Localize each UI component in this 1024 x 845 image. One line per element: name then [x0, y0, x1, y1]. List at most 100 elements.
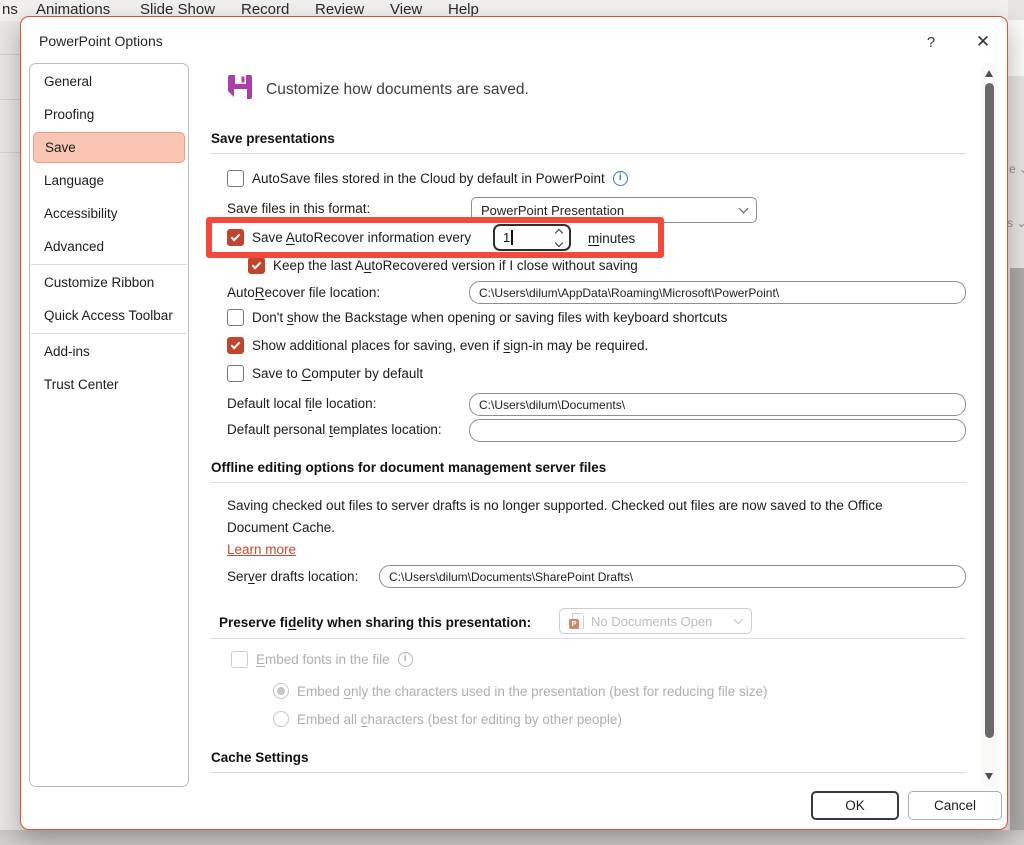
embed-only-label: Embed only the characters used in the pr… — [297, 683, 768, 699]
text-cursor — [511, 230, 513, 245]
autorecover-label: Save AutoRecover information every — [252, 230, 472, 245]
sidebar-item-quick-access-toolbar[interactable]: Quick Access Toolbar — [30, 299, 188, 332]
background-statusbar — [0, 830, 1024, 845]
page-title: Customize how documents are saved. — [266, 81, 529, 98]
background-taskpane-strip — [1010, 268, 1024, 845]
chevron-down-icon — [738, 203, 749, 213]
scroll-up-icon[interactable] — [985, 70, 993, 77]
sidebar-item-proofing[interactable]: Proofing — [30, 98, 188, 131]
vertical-scrollbar[interactable] — [981, 63, 998, 787]
autosave-cloud-row: AutoSave files stored in the Cloud by de… — [227, 170, 628, 187]
section-heading-cache-settings: Cache Settings — [211, 750, 309, 765]
embed-all-label: Embed all characters (best for editing b… — [297, 711, 622, 727]
sidebar-item-general[interactable]: General — [30, 65, 188, 98]
checkmark-icon — [230, 339, 241, 350]
dont-show-backstage-label: Don't show the Backstage when opening or… — [252, 310, 728, 325]
dont-show-backstage-checkbox[interactable] — [227, 309, 244, 326]
sidebar-item-customize-ribbon[interactable]: Customize Ribbon — [30, 266, 188, 299]
keep-last-autorecovered-row: Keep the last AutoRecovered version if I… — [248, 257, 638, 274]
section-heading-offline-editing: Offline editing options for document man… — [211, 460, 607, 475]
autorecover-location-field[interactable]: C:\Users\dilum\AppData\Roaming\Microsoft… — [469, 281, 966, 304]
show-additional-places-label: Show additional places for saving, even … — [252, 338, 649, 353]
default-local-location-field[interactable]: C:\Users\dilum\Documents\ — [469, 393, 966, 416]
radio-dot — [277, 687, 285, 695]
options-category-sidebar: General Proofing Save Language Accessibi… — [29, 63, 189, 787]
embed-fonts-checkbox — [231, 651, 248, 668]
embed-all-characters-row: Embed all characters (best for editing b… — [273, 711, 622, 727]
section-heading-save-presentations: Save presentations — [211, 131, 335, 146]
spinner-buttons — [554, 228, 564, 247]
autorecover-checkbox[interactable] — [227, 229, 244, 246]
ok-button[interactable]: OK — [811, 791, 899, 820]
autosave-cloud-label: AutoSave files stored in the Cloud by de… — [252, 171, 605, 186]
info-icon[interactable] — [612, 171, 628, 186]
cancel-button[interactable]: Cancel — [908, 791, 1002, 820]
section-divider — [211, 482, 966, 483]
ribbon-edge-line — [0, 54, 21, 55]
fidelity-dropdown-value: No Documents Open — [591, 613, 713, 629]
checkmark-icon — [230, 231, 241, 242]
powerpoint-options-dialog: PowerPoint Options ? ✕ General Proofing … — [20, 16, 1008, 830]
close-icon[interactable]: ✕ — [969, 29, 997, 55]
autorecover-row: Save AutoRecover information every — [227, 229, 471, 246]
background-text-fragment: s ⌄ — [1007, 216, 1024, 230]
sidebar-divider — [31, 333, 187, 334]
sidebar-item-advanced[interactable]: Advanced — [30, 230, 188, 263]
checkmark-icon — [251, 259, 262, 270]
default-templates-location-label: Default personal templates location: — [227, 422, 442, 437]
help-icon[interactable]: ? — [919, 30, 943, 54]
sidebar-divider — [31, 264, 187, 265]
fidelity-presentation-dropdown: No Documents Open — [559, 608, 752, 634]
spinner-down-icon[interactable] — [554, 238, 564, 247]
sidebar-item-add-ins[interactable]: Add-ins — [30, 335, 188, 368]
minutes-label: minutes — [588, 231, 636, 246]
ribbon-edge-line — [0, 152, 21, 153]
keep-last-label: Keep the last AutoRecovered version if I… — [273, 258, 638, 273]
section-divider — [211, 772, 966, 773]
autorecover-minutes-value: 1 — [503, 230, 511, 245]
keep-last-checkbox[interactable] — [248, 257, 265, 274]
scroll-down-icon[interactable] — [985, 773, 993, 780]
embed-all-radio — [273, 711, 289, 727]
autorecover-minutes-spinner[interactable]: 1 — [493, 224, 571, 251]
save-format-label: Save files in this format: — [227, 201, 371, 216]
embed-only-radio — [273, 683, 289, 699]
powerpoint-document-icon — [569, 612, 584, 630]
save-to-computer-label: Save to Computer by default — [252, 366, 424, 381]
default-templates-location-field[interactable] — [469, 419, 966, 442]
embed-only-characters-row: Embed only the characters used in the pr… — [273, 683, 768, 699]
dialog-title: PowerPoint Options — [39, 33, 163, 49]
sidebar-item-trust-center[interactable]: Trust Center — [30, 368, 188, 401]
default-local-location-label: Default local file location: — [227, 396, 377, 411]
learn-more-link[interactable]: Learn more — [227, 542, 296, 557]
save-format-dropdown[interactable]: PowerPoint Presentation — [471, 197, 757, 223]
section-divider — [211, 153, 966, 154]
background-right-white — [1008, 20, 1024, 76]
sidebar-item-accessibility[interactable]: Accessibility — [30, 197, 188, 230]
scrollbar-thumb[interactable] — [985, 83, 994, 738]
spinner-up-icon[interactable] — [554, 228, 564, 237]
autosave-cloud-checkbox[interactable] — [227, 170, 244, 187]
server-drafts-location-field[interactable]: C:\Users\dilum\Documents\SharePoint Draf… — [379, 565, 966, 588]
show-additional-places-checkbox[interactable] — [227, 337, 244, 354]
sidebar-item-language[interactable]: Language — [30, 164, 188, 197]
embed-fonts-label: Embed fonts in the file — [256, 652, 390, 667]
server-drafts-location-label: Server drafts location: — [227, 569, 359, 584]
offline-editing-description: Saving checked out files to server draft… — [227, 498, 883, 535]
chevron-down-icon — [733, 614, 744, 624]
section-divider — [211, 638, 966, 639]
embed-fonts-row: Embed fonts in the file — [231, 651, 413, 668]
dont-show-backstage-row: Don't show the Backstage when opening or… — [227, 309, 727, 326]
save-to-computer-checkbox[interactable] — [227, 365, 244, 382]
save-to-computer-row: Save to Computer by default — [227, 365, 423, 382]
menu-item-transitions-partial[interactable]: ns — [2, 1, 18, 18]
show-additional-places-row: Show additional places for saving, even … — [227, 337, 648, 354]
save-format-value: PowerPoint Presentation — [481, 202, 625, 218]
autorecover-location-label: AutoRecover file location: — [227, 285, 381, 300]
save-floppy-icon — [225, 72, 255, 102]
preserve-fidelity-label: Preserve fidelity when sharing this pres… — [219, 615, 532, 630]
ribbon-edge-line — [0, 99, 21, 100]
background-text-fragment: e ⌄ — [1009, 162, 1024, 176]
sidebar-item-save[interactable]: Save — [33, 132, 185, 163]
info-icon — [397, 652, 413, 667]
